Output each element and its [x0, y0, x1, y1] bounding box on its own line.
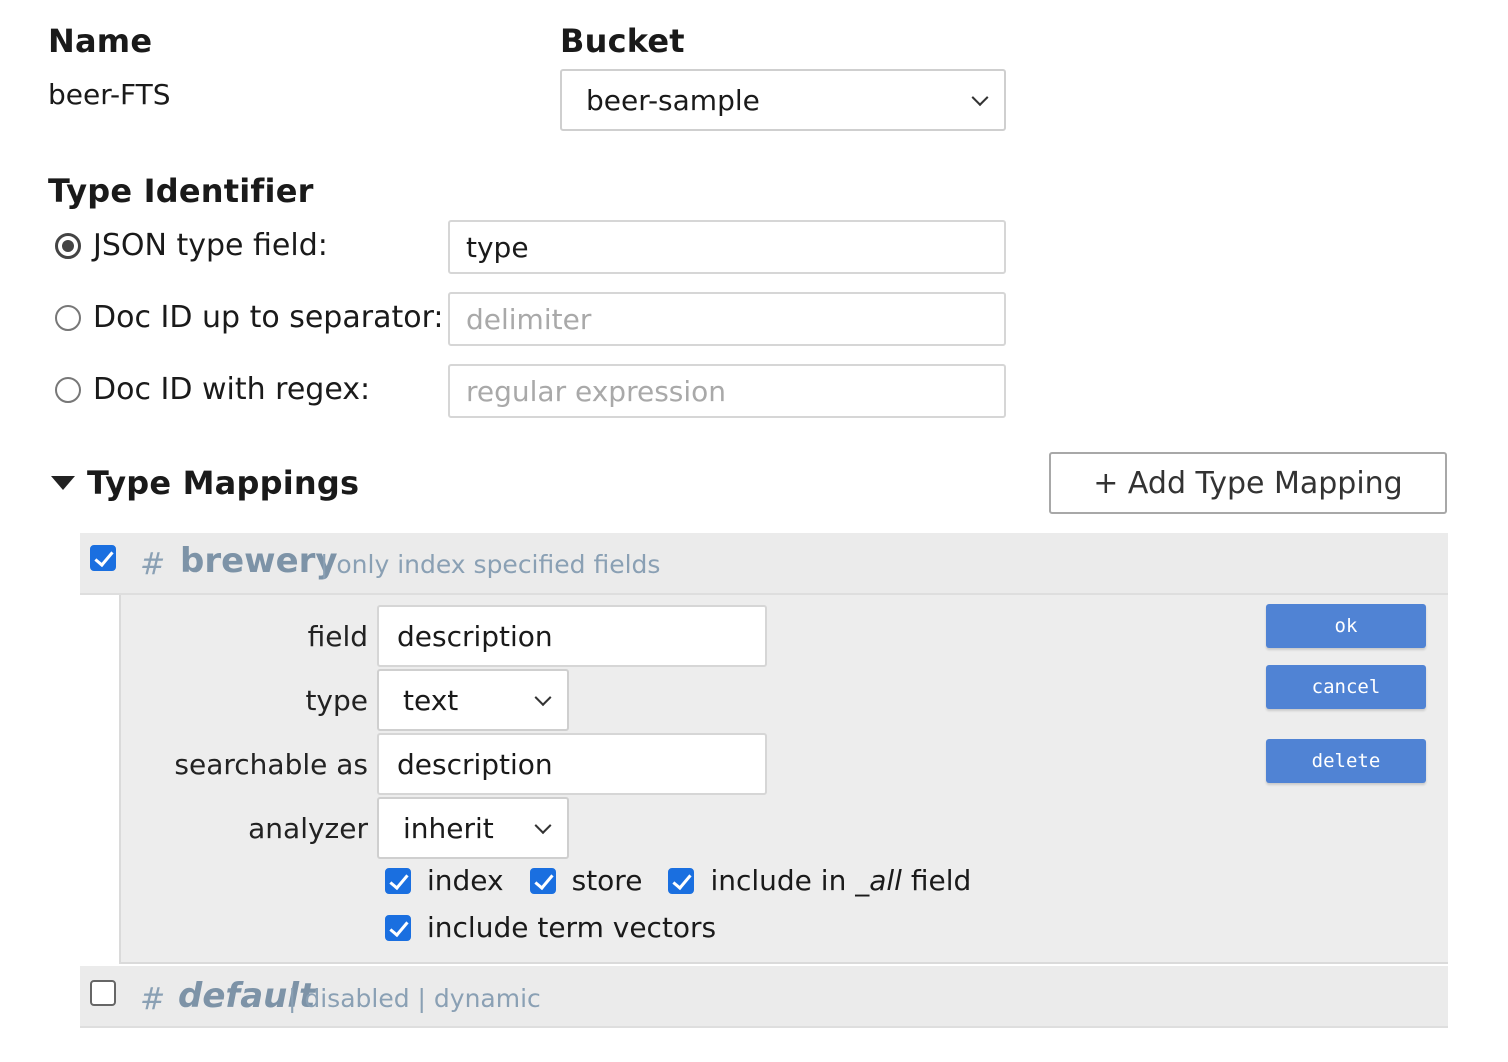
mapping-enabled-checkbox[interactable]	[90, 980, 116, 1006]
analyzer-label: analyzer	[248, 812, 368, 845]
input-value: description	[397, 747, 553, 781]
searchable-as-label: searchable as	[174, 748, 368, 781]
radio-label: JSON type field:	[93, 228, 328, 263]
select-value: inherit	[403, 811, 494, 845]
chevron-down-icon	[971, 89, 989, 107]
type-identifier-heading: Type Identifier	[48, 172, 314, 210]
chevron-down-icon	[534, 817, 552, 835]
mapping-meta: | disabled | dynamic	[288, 984, 541, 1013]
ok-button[interactable]: ok	[1266, 604, 1426, 648]
radio-json-type-field[interactable]: JSON type field:	[55, 228, 328, 263]
mapping-meta: | only index specified fields	[320, 550, 661, 579]
radio-unchecked-icon[interactable]	[55, 376, 81, 403]
index-option[interactable]: index	[385, 864, 504, 897]
radio-checked-icon[interactable]	[55, 232, 81, 259]
type-label: type	[305, 684, 368, 717]
field-type-select[interactable]: text	[377, 669, 569, 731]
name-value: beer-FTS	[48, 78, 171, 111]
field-label: field	[307, 620, 368, 653]
hash-icon: #	[140, 982, 166, 1017]
include-in-all-option[interactable]: include in _all field	[668, 864, 971, 897]
add-type-mapping-button[interactable]: + Add Type Mapping	[1049, 452, 1447, 514]
store-label: store	[571, 864, 643, 897]
radio-label: Doc ID with regex:	[93, 372, 371, 407]
json-type-field-input[interactable]: type	[448, 220, 1006, 274]
radio-label: Doc ID up to separator:	[93, 300, 444, 335]
input-value: type	[466, 230, 529, 264]
bucket-label: Bucket	[560, 22, 685, 60]
collapse-triangle-icon[interactable]	[51, 476, 75, 490]
analyzer-select[interactable]: inherit	[377, 797, 569, 859]
index-label: index	[427, 864, 504, 897]
input-placeholder: regular expression	[466, 374, 727, 408]
delete-button[interactable]: delete	[1266, 739, 1426, 783]
store-checkbox[interactable]	[529, 867, 556, 894]
mapping-row-brewery[interactable]: # brewery | only index specified fields	[80, 533, 1448, 595]
select-value: text	[403, 683, 459, 717]
cancel-button[interactable]: cancel	[1266, 665, 1426, 709]
bucket-select[interactable]: beer-sample	[560, 69, 1006, 131]
hash-icon: #	[140, 547, 166, 582]
name-label: Name	[48, 22, 153, 60]
radio-unchecked-icon[interactable]	[55, 304, 81, 331]
radio-doc-id-separator[interactable]: Doc ID up to separator:	[55, 300, 443, 335]
chevron-down-icon	[534, 689, 552, 707]
field-name-input[interactable]: description	[377, 605, 767, 667]
separator-input[interactable]: delimiter	[448, 292, 1006, 346]
term-vectors-label: include term vectors	[427, 911, 717, 944]
bucket-select-value: beer-sample	[586, 83, 760, 117]
input-value: description	[397, 619, 553, 653]
mapping-name[interactable]: brewery	[180, 541, 338, 581]
include-in-all-checkbox[interactable]	[668, 867, 695, 894]
radio-doc-id-regex[interactable]: Doc ID with regex:	[55, 372, 370, 407]
mapping-enabled-checkbox[interactable]	[90, 545, 116, 571]
index-definition-form: Name beer-FTS Bucket beer-sample Type Id…	[0, 0, 1508, 1062]
term-vectors-checkbox[interactable]	[385, 914, 411, 941]
mapping-row-default[interactable]: # default | disabled | dynamic	[80, 966, 1448, 1028]
term-vectors-option[interactable]: include term vectors	[385, 911, 716, 944]
store-option[interactable]: store	[529, 864, 643, 897]
input-placeholder: delimiter	[466, 302, 592, 336]
regex-input[interactable]: regular expression	[448, 364, 1006, 418]
index-checkbox[interactable]	[385, 867, 411, 894]
field-options-row: index store include in _all field	[385, 864, 997, 897]
searchable-as-input[interactable]: description	[377, 733, 767, 795]
type-mappings-heading: Type Mappings	[87, 464, 360, 502]
include-in-all-label: include in _all field	[710, 864, 972, 897]
